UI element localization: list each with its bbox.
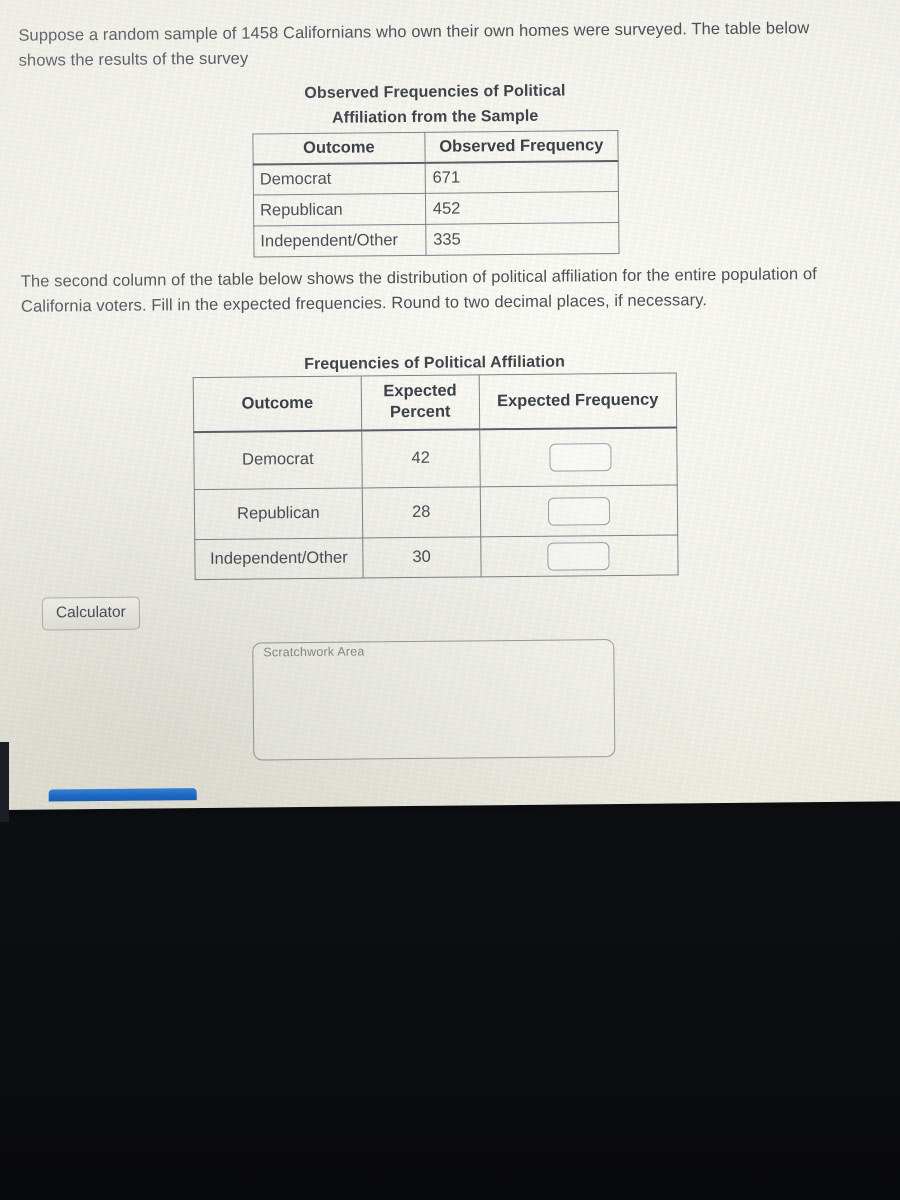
cell-expected-frequency (479, 426, 678, 487)
cell-outcome: Independent/Other (194, 537, 363, 580)
question-intro: Suppose a random sample of 1458 Californ… (18, 19, 810, 70)
cell-outcome: Republican (253, 193, 426, 226)
cell-frequency: 335 (425, 222, 620, 256)
cell-outcome: Independent/Other (253, 224, 426, 257)
expected-frequencies-table: Outcome Expected Percent Expected Freque… (193, 372, 679, 580)
cell-expected-percent: 28 (362, 486, 481, 538)
observed-table-title-line1: Observed Frequencies of Political (304, 82, 566, 103)
table-row: Democrat 671 (253, 160, 619, 195)
header-expected-percent-line2: Percent (389, 402, 451, 422)
observed-frequencies-table: Outcome Observed Frequency Democrat 671 … (252, 130, 620, 258)
cell-frequency: 671 (424, 160, 619, 194)
header-expected-frequency: Expected Frequency (478, 372, 677, 429)
table-row: Democrat 42 (193, 426, 678, 490)
cell-expected-percent: 42 (361, 428, 480, 488)
header-expected-percent-line1: Expected (383, 381, 457, 401)
question-instructions: The second column of the table below sho… (20, 265, 817, 316)
expected-frequency-input-democrat[interactable] (549, 442, 612, 472)
header-outcome: Outcome (252, 132, 425, 165)
header-outcome: Outcome (193, 375, 362, 432)
cell-outcome: Republican (194, 487, 363, 540)
submit-button-partial[interactable] (48, 788, 197, 802)
expected-frequency-input-republican[interactable] (547, 496, 610, 526)
monitor-screen: Suppose a random sample of 1458 Californ… (0, 0, 900, 810)
cell-outcome: Democrat (253, 162, 426, 195)
cell-expected-frequency (480, 534, 679, 577)
cell-expected-percent: 30 (362, 536, 481, 578)
table-row: Republican 452 (253, 191, 619, 226)
table-row: Independent/Other 335 (253, 222, 620, 257)
calculator-button[interactable]: Calculator (41, 596, 140, 631)
screen-edge-sliver (0, 742, 9, 822)
header-observed-frequency: Observed Frequency (424, 130, 619, 163)
table-row: Republican 28 (194, 484, 678, 540)
scratchwork-area-label: Scratchwork Area (263, 644, 365, 660)
cell-outcome: Democrat (193, 429, 363, 490)
expected-frequency-input-independent-other[interactable] (547, 541, 610, 571)
header-expected-percent: Expected Percent (361, 374, 480, 430)
table-header-row: Outcome Observed Frequency (252, 130, 619, 165)
observed-table-title-line2: Affiliation from the Sample (331, 107, 539, 127)
quiz-page: Suppose a random sample of 1458 Californ… (0, 0, 900, 810)
cell-expected-frequency (479, 484, 678, 537)
table-row: Independent/Other 30 (194, 534, 679, 580)
cell-frequency: 452 (425, 191, 619, 225)
monitor-photo: Suppose a random sample of 1458 Californ… (0, 0, 900, 1200)
table-header-row: Outcome Expected Percent Expected Freque… (193, 372, 677, 432)
